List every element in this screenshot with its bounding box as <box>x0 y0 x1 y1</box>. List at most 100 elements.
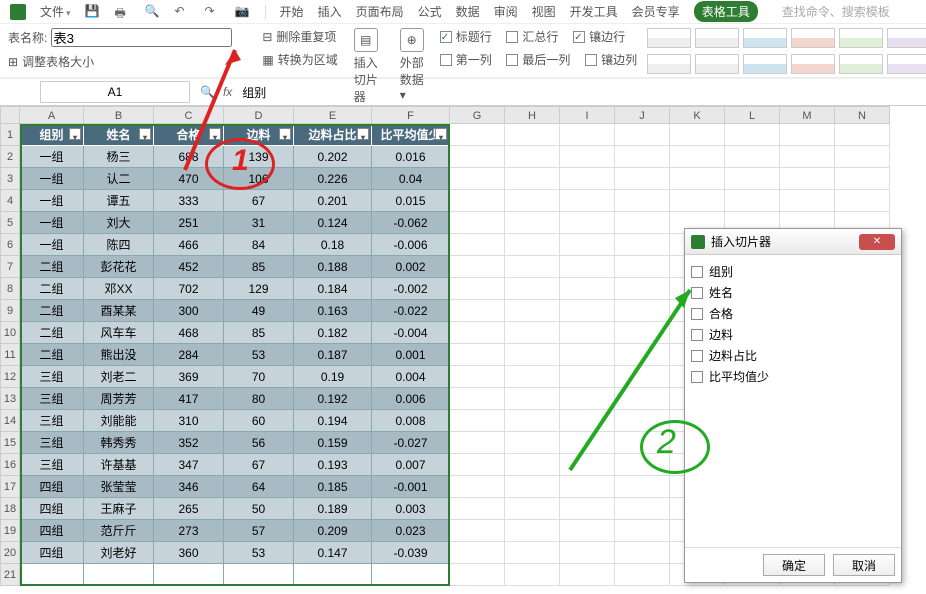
row-header[interactable]: 7 <box>0 256 20 278</box>
cell[interactable]: 组别 <box>20 124 84 146</box>
cell[interactable]: 0.159 <box>294 432 372 454</box>
chk-header-row[interactable] <box>440 31 452 43</box>
dialog-close-button[interactable]: ✕ <box>859 234 895 250</box>
cell[interactable]: 周芳芳 <box>84 388 154 410</box>
cell[interactable]: 0.023 <box>372 520 450 542</box>
cell[interactable] <box>725 124 780 146</box>
cell[interactable]: 0.182 <box>294 322 372 344</box>
resize-table-button[interactable]: ⊞调整表格大小 <box>8 53 232 70</box>
cell[interactable] <box>224 564 294 586</box>
tab-formula[interactable]: 公式 <box>418 3 442 20</box>
cell[interactable]: 0.187 <box>294 344 372 366</box>
table-styles[interactable] <box>647 28 926 48</box>
cell[interactable] <box>560 344 615 366</box>
cell[interactable] <box>670 124 725 146</box>
cell[interactable]: 0.015 <box>372 190 450 212</box>
row-header[interactable]: 12 <box>0 366 20 388</box>
col-header-F[interactable]: F <box>372 106 450 124</box>
cell[interactable]: 四组 <box>20 520 84 542</box>
cell[interactable]: 刘老好 <box>84 542 154 564</box>
cell[interactable]: 251 <box>154 212 224 234</box>
tab-dev[interactable]: 开发工具 <box>570 3 618 20</box>
cell[interactable] <box>615 498 670 520</box>
cell[interactable] <box>615 322 670 344</box>
cell[interactable] <box>615 146 670 168</box>
cell[interactable]: 310 <box>154 410 224 432</box>
cell[interactable] <box>450 366 505 388</box>
row-header[interactable]: 4 <box>0 190 20 212</box>
cell[interactable] <box>615 366 670 388</box>
cell[interactable] <box>450 542 505 564</box>
cell[interactable]: 0.201 <box>294 190 372 212</box>
cell[interactable] <box>615 300 670 322</box>
col-header-C[interactable]: C <box>154 106 224 124</box>
cell[interactable] <box>505 410 560 432</box>
cell[interactable] <box>560 322 615 344</box>
preview-icon[interactable]: 🔍 <box>145 4 161 20</box>
cell[interactable] <box>450 124 505 146</box>
cell[interactable]: 0.008 <box>372 410 450 432</box>
cell[interactable]: 王麻子 <box>84 498 154 520</box>
cell[interactable]: 四组 <box>20 498 84 520</box>
cell[interactable] <box>450 190 505 212</box>
cell[interactable] <box>560 432 615 454</box>
cell[interactable]: 0.006 <box>372 388 450 410</box>
cell[interactable] <box>450 344 505 366</box>
checkbox[interactable] <box>691 287 703 299</box>
cell[interactable]: 一组 <box>20 212 84 234</box>
cell[interactable] <box>450 410 505 432</box>
cell[interactable] <box>505 542 560 564</box>
cell[interactable] <box>560 146 615 168</box>
cell[interactable]: 范斤斤 <box>84 520 154 542</box>
cell[interactable]: 合格 <box>154 124 224 146</box>
cell[interactable]: 0.209 <box>294 520 372 542</box>
filter-icon[interactable] <box>139 128 151 140</box>
chk-first-col[interactable] <box>440 54 452 66</box>
cell[interactable] <box>505 212 560 234</box>
cell[interactable]: 酉某某 <box>84 300 154 322</box>
cell[interactable]: 0.18 <box>294 234 372 256</box>
cell[interactable]: 熊出没 <box>84 344 154 366</box>
cell[interactable]: 0.184 <box>294 278 372 300</box>
cell[interactable] <box>670 190 725 212</box>
col-header-E[interactable]: E <box>294 106 372 124</box>
cell[interactable] <box>615 476 670 498</box>
cell[interactable]: -0.027 <box>372 432 450 454</box>
cell[interactable]: -0.022 <box>372 300 450 322</box>
save-icon[interactable]: 💾 <box>85 4 101 20</box>
row-header[interactable]: 5 <box>0 212 20 234</box>
cell[interactable]: 0.124 <box>294 212 372 234</box>
filter-icon[interactable] <box>357 128 369 140</box>
row-header[interactable]: 3 <box>0 168 20 190</box>
cell[interactable]: 四组 <box>20 476 84 498</box>
checkbox[interactable] <box>691 350 703 362</box>
cell[interactable]: 二组 <box>20 256 84 278</box>
formula-value[interactable]: 组别 <box>242 84 266 101</box>
cell[interactable] <box>450 498 505 520</box>
cell[interactable] <box>20 564 84 586</box>
filter-icon[interactable] <box>435 128 447 140</box>
cell[interactable]: 67 <box>224 190 294 212</box>
cell[interactable] <box>835 168 890 190</box>
cancel-button[interactable]: 取消 <box>833 554 895 576</box>
cell[interactable]: 369 <box>154 366 224 388</box>
cell[interactable]: 452 <box>154 256 224 278</box>
cell[interactable] <box>615 278 670 300</box>
slicer-option[interactable]: 比平均值少 <box>691 366 895 387</box>
convert-to-range-button[interactable]: ▦转换为区域 <box>262 51 337 68</box>
cell[interactable] <box>780 124 835 146</box>
cell[interactable]: 韩秀秀 <box>84 432 154 454</box>
cell[interactable]: 468 <box>154 322 224 344</box>
cell[interactable] <box>725 168 780 190</box>
file-menu[interactable]: 文件 <box>40 3 71 20</box>
col-header-L[interactable]: L <box>725 106 780 124</box>
cell[interactable] <box>560 190 615 212</box>
cell[interactable]: 一组 <box>20 234 84 256</box>
checkbox[interactable] <box>691 371 703 383</box>
cell[interactable]: -0.004 <box>372 322 450 344</box>
cell[interactable]: 53 <box>224 344 294 366</box>
cell[interactable] <box>560 234 615 256</box>
tab-home[interactable]: 开始 <box>280 3 304 20</box>
cell[interactable] <box>560 278 615 300</box>
cell[interactable]: 邓XX <box>84 278 154 300</box>
